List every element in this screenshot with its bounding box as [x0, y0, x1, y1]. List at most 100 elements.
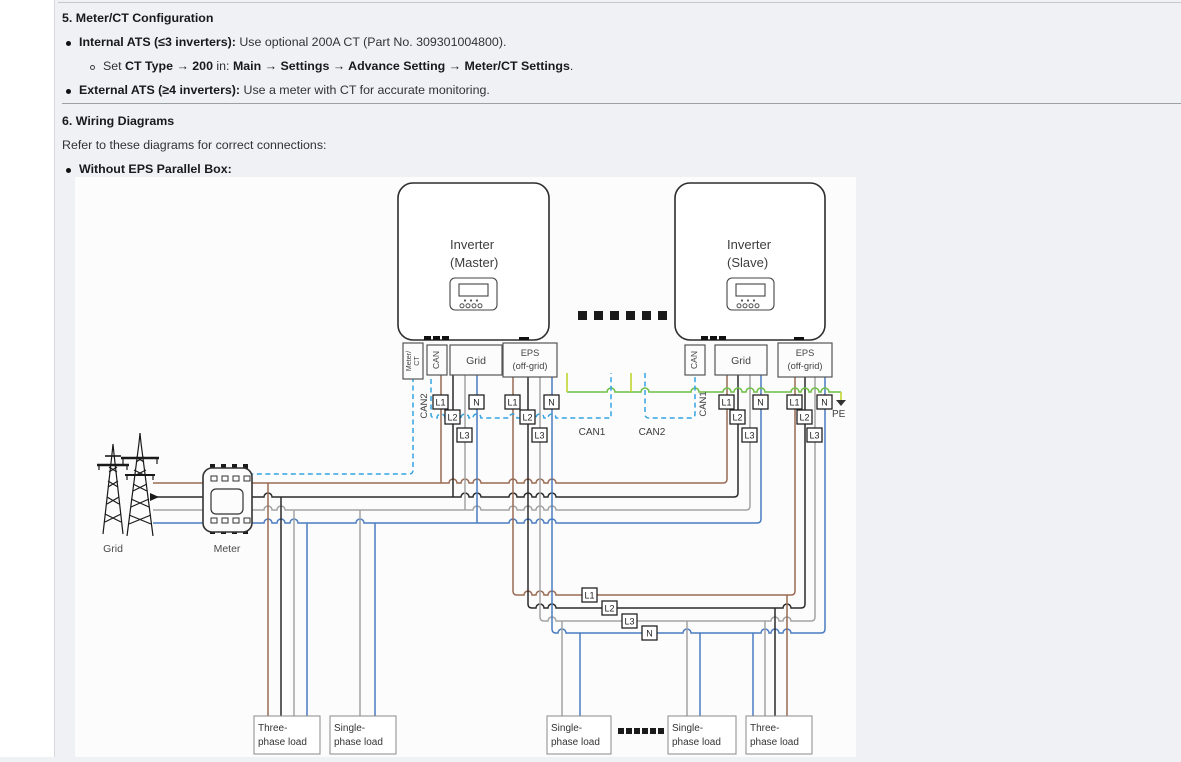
bullet-internal-ats-bold: Internal ATS (≤3 inverters): [79, 35, 236, 49]
section-6-heading: 6. Wiring Diagrams [62, 114, 174, 128]
port-grid-label: Grid [466, 355, 486, 367]
page-left-margin [0, 0, 55, 757]
svg-text:Three-: Three- [750, 723, 779, 734]
svg-text:L3: L3 [809, 431, 819, 441]
bullet-internal-ats: Internal ATS (≤3 inverters): Use optiona… [79, 35, 506, 49]
master-ports: Meter/ CT CAN Grid EPS (off-grid) [403, 343, 557, 379]
sub-bullet-icon [90, 65, 95, 70]
bullet-icon [66, 41, 71, 46]
tag-l1: L1 [433, 395, 448, 409]
svg-text:L1: L1 [435, 398, 445, 408]
wire-l2-eps-bus [528, 377, 805, 608]
inverter-master-line1: Inverter [450, 237, 495, 252]
svg-text:L2: L2 [799, 413, 809, 423]
load-three-phase-1: Three- phase load [254, 716, 320, 754]
tag-l3: L3 [742, 428, 757, 442]
svg-text:L3: L3 [459, 431, 469, 441]
port-can-label: CAN [689, 351, 699, 369]
meter-device [203, 464, 252, 534]
inverter-slave-line1: Inverter [727, 237, 772, 252]
svg-text:N: N [548, 398, 555, 408]
inverter-master-line2: (Master) [450, 255, 498, 270]
port-eps-label2: (off-grid) [513, 361, 548, 371]
wire-l1-eps-bus [513, 377, 795, 595]
section-5-heading: 5. Meter/CT Configuration [62, 11, 213, 25]
bullet-icon [66, 89, 71, 94]
svg-text:Single-: Single- [551, 723, 582, 734]
tag-l2: L2 [520, 410, 535, 424]
svg-text:N: N [757, 398, 764, 408]
svg-text:Single-: Single- [672, 723, 703, 734]
bullet-external-ats: External ATS (≥4 inverters): Use a meter… [79, 83, 490, 97]
inverter-slave: Inverter (Slave) [675, 183, 825, 340]
port-eps-label1: EPS [521, 348, 540, 358]
svg-text:Single-: Single- [334, 723, 365, 734]
svg-text:N: N [646, 629, 653, 639]
load-three-phase-2: Three- phase load [746, 716, 812, 754]
wire-can-meter [252, 377, 413, 474]
wiring-diagram-image: PE CAN1 CAN2 CAN2 CAN1 Grid Meter [75, 177, 856, 757]
tag-l2: L2 [445, 410, 460, 424]
inverter-master: Inverter (Master) [398, 183, 549, 340]
svg-text:phase load: phase load [334, 737, 383, 748]
top-divider [58, 2, 1181, 3]
tag-l1: L1 [787, 395, 802, 409]
tag-l2: L2 [730, 410, 745, 424]
meter-label: Meter [214, 543, 241, 555]
tag-l2: L2 [797, 410, 812, 424]
grid-source-label: Grid [103, 543, 123, 555]
svg-text:N: N [821, 398, 828, 408]
svg-text:L1: L1 [507, 398, 517, 408]
bullet-internal-ats-text: Use optional 200A CT (Part No. 309301004… [236, 35, 506, 49]
svg-text:phase load: phase load [750, 737, 799, 748]
sub-post: . [570, 59, 573, 73]
wire-l3-eps-bus [540, 377, 815, 621]
sub-bold1: CT Type → 200 [125, 59, 213, 73]
section-divider [62, 103, 1181, 104]
more-inverters-dots-icon [578, 311, 667, 320]
svg-text:L1: L1 [789, 398, 799, 408]
svg-text:L3: L3 [534, 431, 544, 441]
svg-text:L3: L3 [744, 431, 754, 441]
load-single-phase-1: Single- phase load [330, 716, 396, 754]
svg-text:L2: L2 [447, 413, 457, 423]
sub-mid: in: [213, 59, 233, 73]
svg-text:N: N [473, 398, 480, 408]
svg-text:phase load: phase load [672, 737, 721, 748]
load-single-phase-3: Single- phase load [668, 716, 736, 754]
phase-tags: L1 L2 L3 N L1 L2 L3 N L1 L2 L3 N L1 L2 L… [433, 395, 832, 640]
svg-text:L1: L1 [584, 591, 594, 601]
port-eps-label1: EPS [796, 348, 815, 358]
bullet-external-ats-bold: External ATS (≥4 inverters): [79, 83, 240, 97]
tag-l2: L2 [602, 601, 617, 615]
can1-label: CAN1 [579, 427, 606, 438]
tag-l3: L3 [807, 428, 822, 442]
svg-text:L2: L2 [522, 413, 532, 423]
can1-vertical-label: CAN1 [698, 391, 709, 416]
tag-n: N [817, 395, 832, 409]
bullet-without-eps-box: Without EPS Parallel Box: [79, 162, 232, 176]
load-boxes: Three- phase load Single- phase load Sin… [254, 716, 812, 754]
tag-n: N [544, 395, 559, 409]
tag-l1: L1 [582, 588, 597, 602]
inverter-slave-line2: (Slave) [727, 255, 768, 270]
bullet-icon [66, 168, 71, 173]
svg-text:phase load: phase load [551, 737, 600, 748]
can-wires [252, 373, 695, 474]
ground-symbol-icon [836, 400, 846, 406]
tag-n: N [753, 395, 768, 409]
svg-text:phase load: phase load [258, 737, 307, 748]
sub-pre: Set [103, 59, 125, 73]
tag-l1: L1 [505, 395, 520, 409]
slave-ports: CAN Grid EPS (off-grid) [685, 343, 832, 377]
port-meter-ct-label2: CT [412, 356, 421, 366]
grid-towers-icon [97, 433, 159, 536]
load-single-phase-2: Single- phase load [547, 716, 611, 754]
can2-vertical-label: CAN2 [419, 393, 430, 418]
wiring-diagram-svg: PE CAN1 CAN2 CAN2 CAN1 Grid Meter [75, 177, 856, 757]
svg-text:L3: L3 [624, 617, 634, 627]
sub-bullet-ct-type: Set CT Type → 200 in: Main → Settings → … [103, 59, 573, 73]
wire-can2-to-slave [645, 373, 695, 418]
eps-bus-wires [513, 377, 825, 633]
section-6-intro: Refer to these diagrams for correct conn… [62, 138, 326, 152]
